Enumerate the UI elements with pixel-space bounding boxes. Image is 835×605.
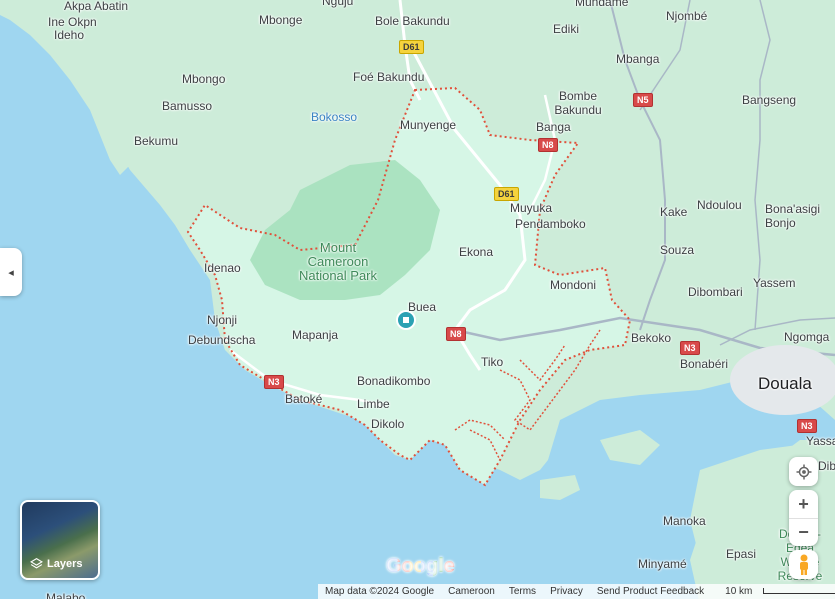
place-label: Bole Bakundu <box>375 14 450 28</box>
place-label: Limbe <box>357 397 390 411</box>
google-logo: Google <box>386 555 455 578</box>
place-label: Tiko <box>481 355 504 369</box>
place-label: Mondoni <box>550 278 597 292</box>
place-label: Epasi <box>726 547 757 561</box>
place-label: Mapanja <box>292 328 339 342</box>
zoom-in-button[interactable]: + <box>789 491 818 519</box>
place-label: Bona'asigi Bonjo <box>765 202 820 230</box>
place-label: Ngomga <box>784 330 830 344</box>
layers-label: Layers <box>47 557 83 570</box>
place-label: Akpa Abatin <box>64 0 129 13</box>
collapse-panel-button[interactable]: ◂ <box>0 248 22 296</box>
place-label: Nguju <box>322 0 354 8</box>
privacy-link[interactable]: Privacy <box>543 586 590 597</box>
place-label: Banga <box>536 120 571 134</box>
place-label: Bombe Bakundu <box>554 89 602 117</box>
road-shield-n8: N8 <box>538 138 558 152</box>
layers-icon <box>30 557 43 569</box>
place-label: Ine Okpn <box>48 15 97 29</box>
place-label: Manoka <box>663 514 706 528</box>
place-label: Minyamé <box>638 557 687 571</box>
place-label: Bekoko <box>631 331 672 345</box>
place-label: Batoké <box>285 392 323 406</box>
place-label: Ediki <box>553 22 580 36</box>
place-label: Njombé <box>666 9 708 23</box>
place-label: Mundame <box>575 0 629 9</box>
my-location-icon <box>796 464 811 479</box>
place-label: Idenao <box>204 261 241 275</box>
place-label: Munyenge <box>400 118 457 132</box>
place-label: Bonabéri <box>680 357 729 371</box>
place-label: Mbonge <box>259 13 303 27</box>
zoom-controls: + − <box>789 490 818 546</box>
city-label: Douala <box>758 374 812 393</box>
my-location-button[interactable] <box>789 457 818 486</box>
zoom-out-button[interactable]: − <box>789 519 818 546</box>
place-label: Bokosso <box>311 110 358 124</box>
place-label: Pendamboko <box>515 217 586 231</box>
road-shield-n8: N8 <box>446 327 466 341</box>
place-label: Debundscha <box>188 333 256 347</box>
scale-bar <box>763 588 835 595</box>
feedback-link[interactable]: Send Product Feedback <box>590 586 711 597</box>
place-label: Yassem <box>753 276 796 290</box>
place-label: Dib <box>818 459 835 473</box>
place-label: Ideho <box>54 28 85 42</box>
terms-link[interactable]: Terms <box>502 586 543 597</box>
layers-button[interactable]: Layers <box>20 500 100 580</box>
road-shield-n3: N3 <box>797 419 817 433</box>
place-label: Dibombari <box>688 285 743 299</box>
scale-label: 10 km <box>725 586 753 597</box>
place-label: Njonji <box>207 313 238 327</box>
map-data-attribution: Map data ©2024 Google <box>325 586 435 597</box>
region-link[interactable]: Cameroon <box>441 586 502 597</box>
place-label: Souza <box>660 243 695 257</box>
place-label: Kake <box>660 205 688 219</box>
layers-label-group: Layers <box>30 557 82 570</box>
place-label: Bangseng <box>742 93 797 107</box>
road-shield-d61: D61 <box>399 40 424 54</box>
place-label: Ekona <box>459 245 494 259</box>
place-label: Mbongo <box>182 72 226 86</box>
place-label: Buea <box>408 300 437 314</box>
place-label: Mbanga <box>616 52 660 66</box>
place-label: Bonadikombo <box>357 374 431 388</box>
street-view-button[interactable] <box>789 550 818 579</box>
scale-control[interactable]: 10 km <box>711 586 835 597</box>
place-label: Dikolo <box>371 417 405 431</box>
map-footer: Map data ©2024 Google Cameroon Terms Pri… <box>318 584 835 599</box>
road-shield-n3: N3 <box>680 341 700 355</box>
place-label: Bekumu <box>134 134 179 148</box>
road-shield-n5: N5 <box>633 93 653 107</box>
google-logo-text: Google <box>386 555 455 577</box>
road-shield-d61: D61 <box>494 187 519 201</box>
place-label: Muyuka <box>510 201 553 215</box>
place-label: Ndoulou <box>697 198 742 212</box>
place-label: Bamusso <box>162 99 213 113</box>
bottom-strip <box>0 599 835 605</box>
place-label: Yassa <box>806 434 835 448</box>
road-shield-n3: N3 <box>264 375 284 389</box>
park-label: Mount Cameroon National Park <box>298 240 378 283</box>
place-label: Foé Bakundu <box>353 70 425 84</box>
pegman-icon <box>799 554 808 575</box>
chevron-left-icon: ◂ <box>8 266 14 279</box>
